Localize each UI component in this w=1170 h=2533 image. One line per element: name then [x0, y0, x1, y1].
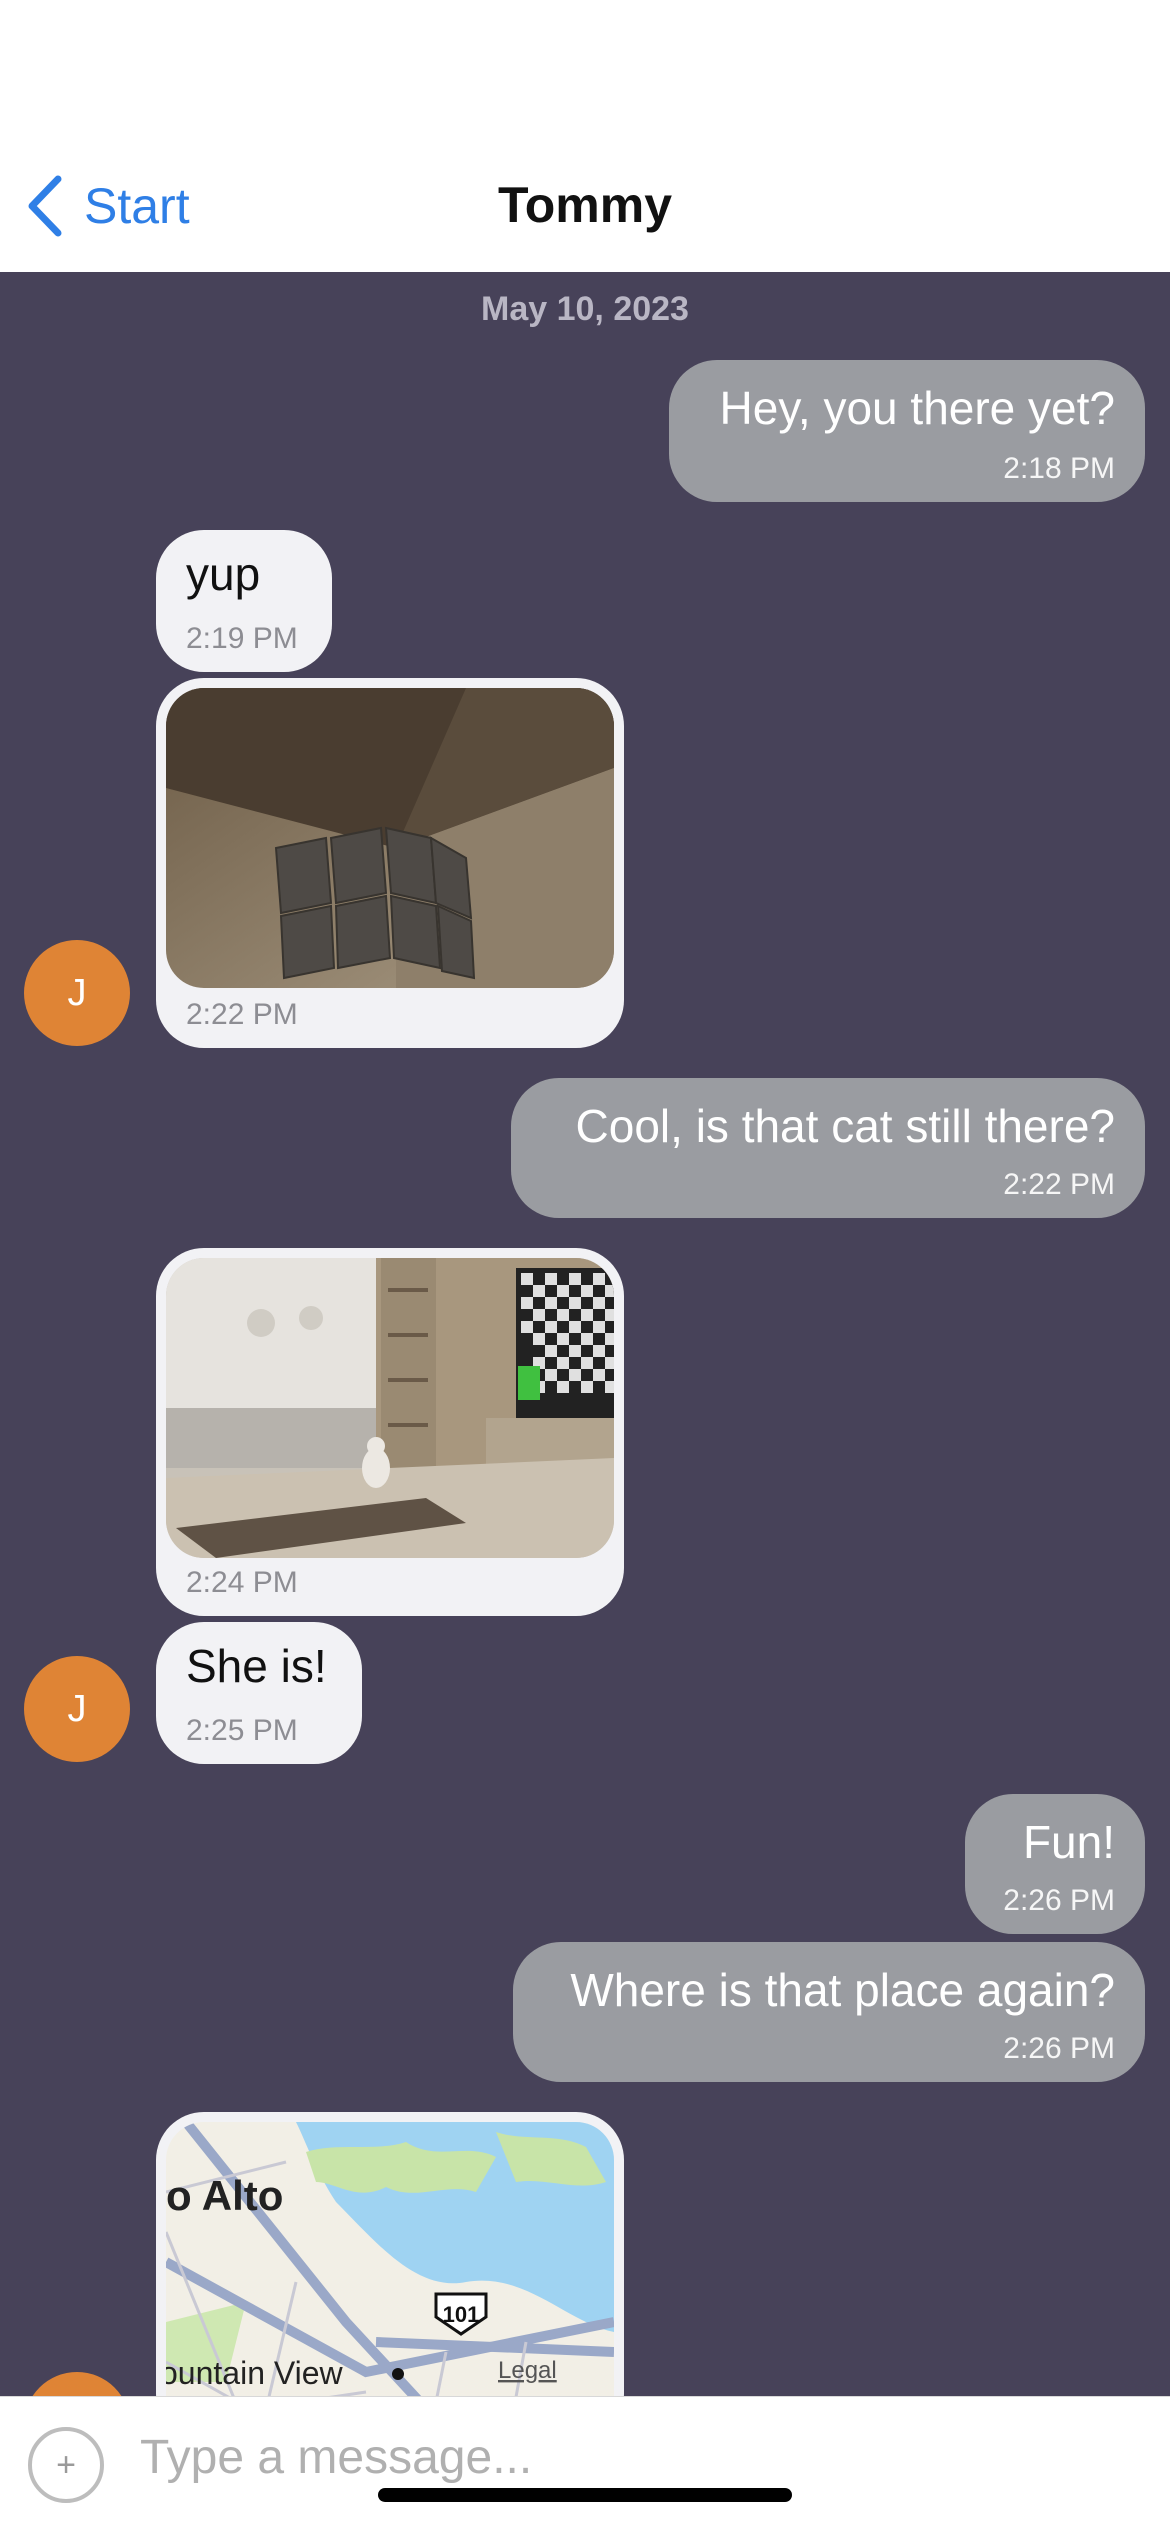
add-attachment-button[interactable]: +	[28, 2427, 104, 2503]
message-bubble-incoming[interactable]: She is! 2:25 PM	[156, 1622, 362, 1764]
message-time: 2:19 PM	[186, 622, 298, 655]
message-bubble-incoming[interactable]: yup 2:19 PM	[156, 530, 332, 672]
chat-title: Tommy	[497, 177, 673, 233]
map-legal-link[interactable]: Legal	[498, 2357, 557, 2384]
message-time: 2:26 PM	[1003, 2032, 1115, 2065]
message-text: yup	[186, 548, 261, 600]
highway-label: 101	[443, 2302, 480, 2327]
message-photo-incoming[interactable]: 2:24 PM	[156, 1248, 624, 1616]
avatar[interactable]: J	[24, 1656, 130, 1762]
avatar[interactable]: J	[24, 940, 130, 1046]
message-bubble-outgoing[interactable]: Cool, is that cat still there? 2:22 PM	[511, 1078, 1145, 1218]
message-composer: +	[0, 2396, 1170, 2533]
date-separator: May 10, 2023	[481, 290, 689, 328]
message-text: Fun!	[1022, 1816, 1115, 1868]
message-time: 2:24 PM	[186, 1566, 298, 1599]
message-bubble-outgoing[interactable]: Fun! 2:26 PM	[965, 1794, 1145, 1934]
map-city-label: o Alto	[166, 2172, 283, 2219]
cat-room-photo[interactable]	[166, 1258, 614, 1558]
message-photo-incoming[interactable]: 2:22 PM	[156, 678, 624, 1048]
message-bubble-outgoing[interactable]: Hey, you there yet? 2:18 PM	[669, 360, 1145, 502]
message-time: 2:18 PM	[1003, 452, 1115, 485]
room-photo[interactable]	[166, 688, 614, 988]
message-input[interactable]	[138, 2421, 1122, 2493]
message-text: Hey, you there yet?	[719, 382, 1115, 434]
message-time: 2:25 PM	[186, 1714, 298, 1747]
message-time: 2:26 PM	[1003, 1884, 1115, 1917]
message-bubble-outgoing[interactable]: Where is that place again? 2:26 PM	[513, 1942, 1145, 2082]
nav-header: Start Tommy	[0, 0, 1170, 272]
message-text: Cool, is that cat still there?	[575, 1100, 1115, 1152]
message-time: 2:22 PM	[1003, 1168, 1115, 1201]
message-time: 2:22 PM	[186, 998, 298, 1031]
home-indicator	[378, 2488, 792, 2502]
message-map-incoming[interactable]: o Alto ountain View 101 Legal	[156, 2112, 624, 2452]
map-city-label: ountain View	[166, 2355, 344, 2391]
message-text: She is!	[186, 1640, 327, 1692]
message-text: Where is that place again?	[570, 1964, 1115, 2016]
